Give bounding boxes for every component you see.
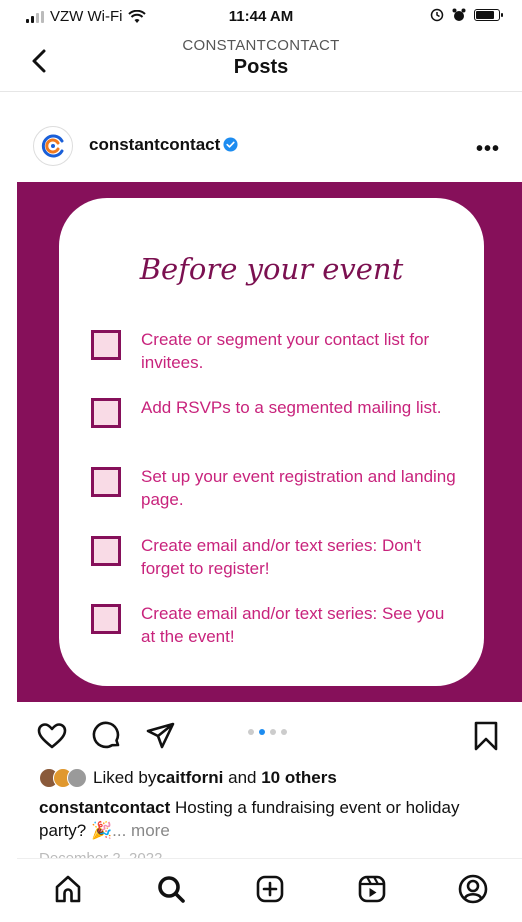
checkbox-icon — [91, 330, 121, 360]
carousel-dot — [248, 729, 254, 735]
liked-by-user[interactable]: caitforni — [156, 768, 223, 788]
checklist-text: Create email and/or text series: Don't f… — [141, 536, 422, 578]
posts-header: CONSTANTCONTACT Posts — [0, 34, 522, 92]
checkbox-icon — [91, 604, 121, 634]
checklist-card: Before your event Create or segment your… — [59, 198, 484, 686]
checklist-item: Add RSVPs to a segmented mailing list. — [91, 396, 461, 428]
more-options-icon[interactable]: ••• — [476, 138, 500, 161]
page-title: Posts — [233, 56, 289, 78]
avatar — [67, 768, 87, 788]
post-image[interactable]: Before your event Create or segment your… — [17, 182, 522, 702]
avatar[interactable] — [33, 126, 73, 166]
checklist-item: Create email and/or text series: Don't f… — [91, 534, 461, 580]
carousel-indicator — [248, 729, 287, 735]
likes-prefix: Liked by — [93, 768, 157, 787]
post-actions — [0, 712, 522, 760]
share-send-icon[interactable] — [145, 720, 177, 752]
likes-and: and — [223, 768, 262, 787]
card-title: Before your event — [139, 252, 404, 286]
carousel-dot — [270, 729, 276, 735]
checkbox-icon — [91, 398, 121, 428]
post-username-row[interactable]: constantcontact — [89, 135, 238, 155]
checklist-item: Set up your event registration and landi… — [91, 465, 461, 511]
checklist-text: Set up your event registration and landi… — [141, 467, 456, 509]
bottom-nav — [17, 858, 522, 922]
checkbox-icon — [91, 467, 121, 497]
checklist-text: Create email and/or text series: See you… — [141, 604, 445, 646]
search-icon[interactable] — [155, 873, 187, 905]
likes-count[interactable]: 10 others — [261, 768, 337, 788]
checkbox-icon — [91, 536, 121, 566]
checklist-text: Create or segment your contact list for … — [141, 330, 430, 372]
profile-icon[interactable] — [457, 873, 489, 905]
save-bookmark-icon[interactable] — [470, 720, 502, 752]
carousel-dot — [259, 729, 265, 735]
caption-more-link[interactable]: ... more — [112, 821, 170, 840]
location-lock-icon — [430, 8, 444, 22]
like-heart-icon[interactable] — [36, 720, 68, 752]
comment-icon[interactable] — [91, 720, 123, 752]
caption-username[interactable]: constantcontact — [39, 798, 170, 817]
alarm-icon — [452, 8, 466, 21]
constant-contact-logo-icon — [41, 134, 64, 158]
liker-avatars — [39, 768, 87, 788]
post-caption: constantcontact Hosting a fundraising ev… — [39, 796, 489, 842]
post-username[interactable]: constantcontact — [89, 135, 220, 154]
reels-icon[interactable] — [356, 873, 388, 905]
checklist-text: Add RSVPs to a segmented mailing list. — [141, 398, 442, 417]
post-header: constantcontact ••• — [0, 118, 522, 174]
party-popper-icon: 🎉 — [90, 821, 113, 840]
verified-badge-icon — [223, 137, 238, 152]
battery-icon — [474, 9, 503, 21]
carousel-dot — [281, 729, 287, 735]
likes-row[interactable]: Liked by caitforni and 10 others — [39, 768, 337, 788]
home-icon[interactable] — [52, 873, 84, 905]
create-post-icon[interactable] — [254, 873, 286, 905]
header-account-name: CONSTANTCONTACT — [182, 37, 340, 54]
checklist-item: Create email and/or text series: See you… — [91, 602, 461, 648]
checklist-item: Create or segment your contact list for … — [91, 328, 461, 374]
status-right — [430, 8, 503, 22]
status-bar: VZW Wi-Fi 11:44 AM — [0, 0, 522, 34]
